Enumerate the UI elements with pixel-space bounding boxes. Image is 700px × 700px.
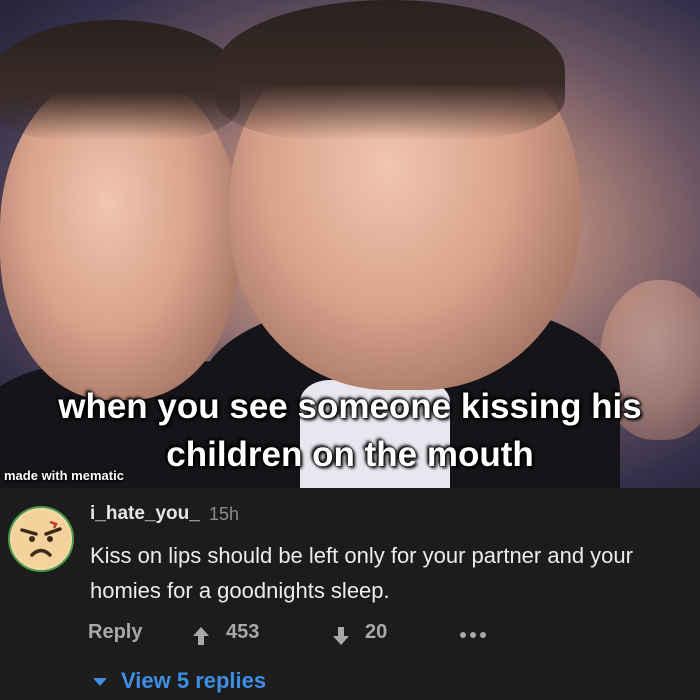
comment-text: Kiss on lips should be left only for you… bbox=[90, 543, 633, 603]
view-replies-label: View 5 replies bbox=[121, 668, 267, 693]
comment: i_hate_you_ 15h Kiss on lips should be l… bbox=[0, 488, 700, 700]
angry-face-avatar-icon[interactable] bbox=[8, 506, 74, 572]
caption-line-1: when you see someone kissing his bbox=[58, 387, 642, 426]
meme-image: when you see someone kissing his childre… bbox=[0, 0, 700, 488]
left-hair bbox=[0, 20, 240, 140]
downvote-count: 20 bbox=[365, 621, 388, 643]
comment-time: 15h bbox=[209, 504, 240, 524]
watermark: made with mematic bbox=[4, 468, 124, 483]
chevron-down-icon bbox=[93, 678, 107, 686]
upvote-count: 453 bbox=[226, 621, 260, 643]
right-hair bbox=[215, 0, 565, 140]
username[interactable]: i_hate_you_ bbox=[90, 503, 200, 525]
downvote-arrow-icon[interactable] bbox=[330, 625, 352, 647]
reply-button[interactable]: Reply bbox=[88, 621, 142, 644]
upvote-arrow-icon[interactable] bbox=[190, 625, 212, 647]
more-options-icon[interactable] bbox=[458, 630, 488, 640]
